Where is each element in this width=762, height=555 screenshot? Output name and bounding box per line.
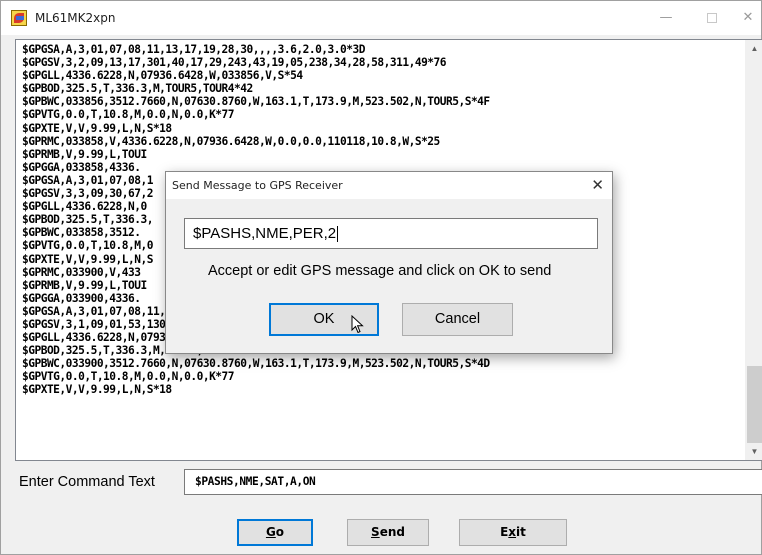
scroll-down-arrow-icon[interactable]: ▼ <box>746 443 762 460</box>
log-line: $GPGLL,4336.6228,N,07936.6428,W,033856,V… <box>22 69 303 83</box>
log-line: $GPXTE,V,V,9.99,L,N,S*18 <box>22 383 172 397</box>
scroll-up-arrow-icon[interactable]: ▲ <box>746 40 762 57</box>
log-line: $GPGSA,A,3,01,07,08,11,13,17,19,28,30,,,… <box>22 43 365 56</box>
log-line: $GPRMC,033858,V,4336.6228,N,07936.6428,W… <box>22 134 440 148</box>
log-line: $GPVTG,0.0,T,10.8,M,0.0,N,0.0,K*77 <box>22 108 235 122</box>
close-button[interactable]: ✕ <box>735 1 761 35</box>
dialog-instruction: Accept or edit GPS message and click on … <box>208 263 552 279</box>
window-title: ML61MK2xpn <box>35 11 116 25</box>
scroll-thumb[interactable] <box>747 366 762 443</box>
log-vertical-scrollbar[interactable]: ▲ ▼ <box>745 40 762 460</box>
log-line: $GPBWC,033856,3512.7660,N,07630.8760,W,1… <box>22 95 490 109</box>
dialog-close-button[interactable]: ✕ <box>591 176 604 194</box>
gps-message-value: $PASHS,NME,PER,2 <box>193 225 337 242</box>
dialog-title-bar: Send Message to GPS Receiver ✕ <box>166 172 612 199</box>
log-line: $GPVTG,0.0,T,10.8,M,0.0,N,0.0,K*77 <box>22 370 235 384</box>
exit-button-label-rest: it <box>516 525 526 539</box>
exit-button[interactable]: Exit <box>459 519 567 546</box>
send-button-mnemonic: S <box>371 525 380 539</box>
send-message-dialog: Send Message to GPS Receiver ✕ $PASHS,NM… <box>165 171 613 354</box>
go-button[interactable]: Go <box>237 519 313 546</box>
send-button[interactable]: Send <box>347 519 429 546</box>
gps-message-input[interactable]: $PASHS,NME,PER,2 <box>184 218 598 249</box>
log-line: $GPXTE,V,V,9.99,L,N,S*18 <box>22 121 172 135</box>
maximize-icon <box>707 12 717 23</box>
log-line: $GPGSV,3,2,09,13,17,301,40,17,29,243,43,… <box>22 56 447 70</box>
send-button-label-rest: end <box>379 525 405 539</box>
dialog-title: Send Message to GPS Receiver <box>172 179 343 192</box>
go-button-mnemonic: G <box>265 525 276 539</box>
title-bar: ML61MK2xpn — ✕ <box>1 1 761 35</box>
mouse-pointer-icon <box>351 315 364 334</box>
app-globe-icon <box>11 10 27 26</box>
command-label: Enter Command Text <box>19 474 155 490</box>
log-line: $GPBOD,325.5,T,336.3,M,TOUR5,TOUR4*42 <box>22 82 253 96</box>
maximize-button[interactable] <box>689 1 735 35</box>
exit-button-mnemonic: x <box>508 525 517 539</box>
log-line: $GPBWC,033900,3512.7660,N,07630.8760,W,1… <box>22 357 490 371</box>
command-input[interactable]: $PASHS,NME,SAT,A,ON <box>184 469 762 495</box>
log-line: $GPRMB,V,9.99,L,TOUI <box>22 147 147 161</box>
go-button-label-rest: o <box>275 525 285 539</box>
text-caret <box>337 226 339 243</box>
cancel-button[interactable]: Cancel <box>402 303 513 336</box>
minimize-button[interactable]: — <box>643 1 689 35</box>
